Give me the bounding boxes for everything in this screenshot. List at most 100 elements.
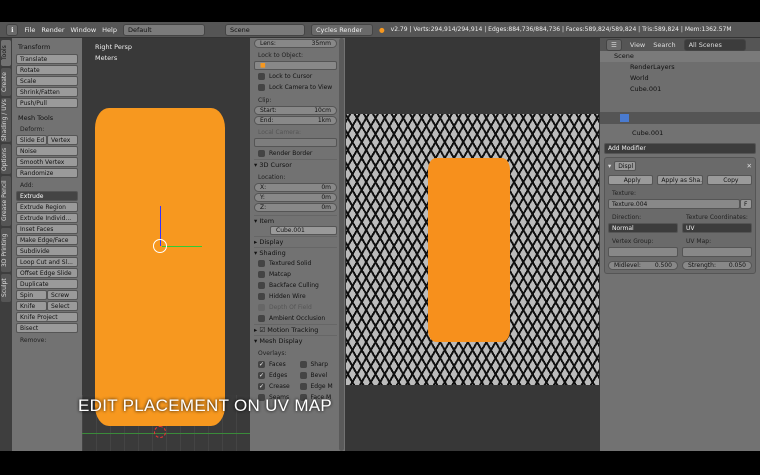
extrude-region-button[interactable]: Extrude Region	[16, 202, 78, 212]
knife-project-button[interactable]: Knife Project	[16, 312, 78, 322]
texture-field[interactable]: Texture.004	[608, 199, 740, 209]
vertex-group-field[interactable]	[608, 247, 678, 257]
select-button[interactable]: Select	[47, 301, 78, 311]
translate-button[interactable]: Translate	[16, 54, 78, 64]
cursor-x-field[interactable]: X: 0m	[254, 183, 337, 192]
faces-checkbox[interactable]: ✓ Faces	[258, 359, 296, 370]
y-gizmo-arrow[interactable]	[162, 246, 202, 247]
lock-camera-checkbox[interactable]: Lock Camera to View	[258, 82, 337, 93]
make-edge-face-button[interactable]: Make Edge/Face	[16, 235, 78, 245]
apply-shape-button[interactable]: Apply as Sha...	[657, 175, 703, 185]
outliner-type-button[interactable]: ☰	[606, 38, 622, 51]
outliner-filter-select[interactable]: All Scenes	[683, 38, 746, 51]
rotate-button[interactable]: Rotate	[16, 65, 78, 75]
slide-edge-button[interactable]: Slide Ed	[16, 135, 47, 145]
display-header[interactable]: ▸ Display	[254, 236, 337, 247]
tab-options[interactable]: Options	[1, 144, 11, 174]
apply-button[interactable]: Apply	[608, 175, 654, 185]
menu-render[interactable]: Render	[41, 26, 64, 34]
modifier-wrench-tab-icon[interactable]	[620, 114, 629, 122]
outliner-search-menu[interactable]: Search	[653, 41, 675, 49]
mesh-tools-header[interactable]: Mesh Tools	[18, 114, 78, 122]
remove-modifier-icon[interactable]: ✕	[747, 162, 752, 170]
inset-faces-button[interactable]: Inset Faces	[16, 224, 78, 234]
tab-create[interactable]: Create	[1, 68, 11, 96]
hidden-wire-checkbox[interactable]: Hidden Wire	[258, 291, 337, 302]
texture-coords-select[interactable]: UV	[682, 223, 752, 233]
copy-button[interactable]: Copy	[706, 175, 752, 185]
add-modifier-select[interactable]: Add Modifier	[604, 143, 756, 154]
bevel-checkbox[interactable]: Bevel	[299, 370, 338, 381]
editor-type-button[interactable]: ℹ	[6, 23, 19, 36]
knife-button[interactable]: Knife	[16, 301, 47, 311]
extrude-individual-button[interactable]: Extrude Individ...	[16, 213, 78, 223]
3d-cursor-icon[interactable]	[154, 426, 166, 438]
duplicate-button[interactable]: Duplicate	[16, 279, 78, 289]
midlevel-field[interactable]: Midlevel: 0.500	[608, 261, 678, 270]
clip-start-field[interactable]: Start: 10cm	[254, 106, 337, 115]
fake-user-button[interactable]: F	[740, 199, 752, 209]
cursor-y-field[interactable]: Y: 0m	[254, 193, 337, 202]
uv-map-field[interactable]	[682, 247, 752, 257]
cube-object[interactable]	[95, 108, 225, 426]
collapse-icon[interactable]: ▾	[608, 162, 611, 170]
loop-cut-button[interactable]: Loop Cut and Sl...	[16, 257, 78, 267]
backface-culling-checkbox[interactable]: Backface Culling	[258, 280, 337, 291]
crease-checkbox[interactable]: ✓ Crease	[258, 381, 296, 392]
menu-window[interactable]: Window	[71, 26, 97, 34]
tab-shading-uvs[interactable]: Shading / UVs	[1, 98, 11, 142]
3d-viewport-edit[interactable]: Right Persp Meters	[82, 38, 250, 451]
tab-3d-printing[interactable]: 3D Printing	[1, 228, 11, 272]
layout-select[interactable]: Default	[122, 23, 205, 36]
extrude-select[interactable]: Extrude	[16, 191, 78, 201]
subdivide-button[interactable]: Subdivide	[16, 246, 78, 256]
scale-button[interactable]: Scale	[16, 76, 78, 86]
mesh-display-header[interactable]: ▾ Mesh Display	[254, 335, 337, 346]
lock-cursor-checkbox[interactable]: Lock to Cursor	[258, 71, 337, 82]
modifier-name-field[interactable]: Displ	[614, 160, 637, 171]
tab-sculpt[interactable]: Sculpt	[1, 274, 11, 302]
sharp-checkbox[interactable]: Sharp	[299, 359, 338, 370]
bisect-button[interactable]: Bisect	[16, 323, 78, 333]
matcap-checkbox[interactable]: Matcap	[258, 269, 337, 280]
item-header[interactable]: ▾ Item	[254, 215, 337, 226]
outliner-item-renderlayers[interactable]: RenderLayers	[600, 62, 760, 73]
shrink-fatten-button[interactable]: Shrink/Fatten	[16, 87, 78, 97]
smooth-vertex-button[interactable]: Smooth Vertex	[16, 157, 78, 167]
menu-file[interactable]: File	[24, 26, 35, 34]
transform-header[interactable]: Transform	[18, 43, 78, 51]
item-name-field[interactable]: Cube.001	[270, 226, 337, 235]
scene-select[interactable]: Scene	[224, 23, 305, 36]
lens-field[interactable]: Lens: 35mm	[254, 39, 337, 48]
spin-button[interactable]: Spin	[16, 290, 47, 300]
outliner-item-scene[interactable]: Scene	[600, 51, 760, 62]
offset-edge-slide-button[interactable]: Offset Edge Slide	[16, 268, 78, 278]
textured-solid-checkbox[interactable]: Textured Solid	[258, 258, 337, 269]
outliner-view-menu[interactable]: View	[630, 41, 645, 49]
randomize-button[interactable]: Randomize	[16, 168, 78, 178]
strength-field[interactable]: Strength: 0.050	[682, 261, 752, 270]
screw-button[interactable]: Screw	[47, 290, 78, 300]
manipulator-circle[interactable]	[153, 239, 167, 253]
clip-end-field[interactable]: End: 1km	[254, 116, 337, 125]
edges-checkbox[interactable]: ✓ Edges	[258, 370, 296, 381]
properties-context-tabs[interactable]	[600, 112, 760, 124]
outliner-item-cube[interactable]: Cube.001	[600, 84, 760, 95]
menu-help[interactable]: Help	[102, 26, 117, 34]
3d-cursor-header[interactable]: ▾ 3D Cursor	[254, 159, 337, 170]
vertex-slide-button[interactable]: Vertex	[47, 135, 78, 145]
direction-select[interactable]: Normal	[608, 223, 678, 233]
dof-checkbox[interactable]: Depth Of Field	[258, 302, 337, 313]
tab-tools[interactable]: Tools	[1, 40, 11, 66]
tab-grease-pencil[interactable]: Grease Pencil	[1, 176, 11, 226]
push-pull-button[interactable]: Push/Pull	[16, 98, 78, 108]
motion-tracking-header[interactable]: ▸ ☑ Motion Tracking	[254, 324, 337, 335]
local-camera-field[interactable]	[254, 138, 337, 147]
lock-object-field[interactable]: ■	[254, 61, 337, 70]
outliner-item-world[interactable]: World	[600, 73, 760, 84]
render-border-checkbox[interactable]: Render Border	[258, 148, 337, 159]
cursor-z-field[interactable]: Z: 0m	[254, 203, 337, 212]
rendered-cube[interactable]	[428, 158, 510, 342]
ao-checkbox[interactable]: Ambient Occlusion	[258, 313, 337, 324]
edge-marks-checkbox[interactable]: Edge M	[299, 381, 338, 392]
